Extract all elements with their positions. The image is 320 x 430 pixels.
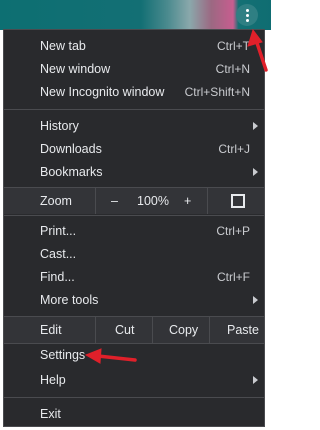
annotation-arrows [84,28,268,364]
red-arrow [247,28,268,72]
red-arrow [84,348,137,364]
